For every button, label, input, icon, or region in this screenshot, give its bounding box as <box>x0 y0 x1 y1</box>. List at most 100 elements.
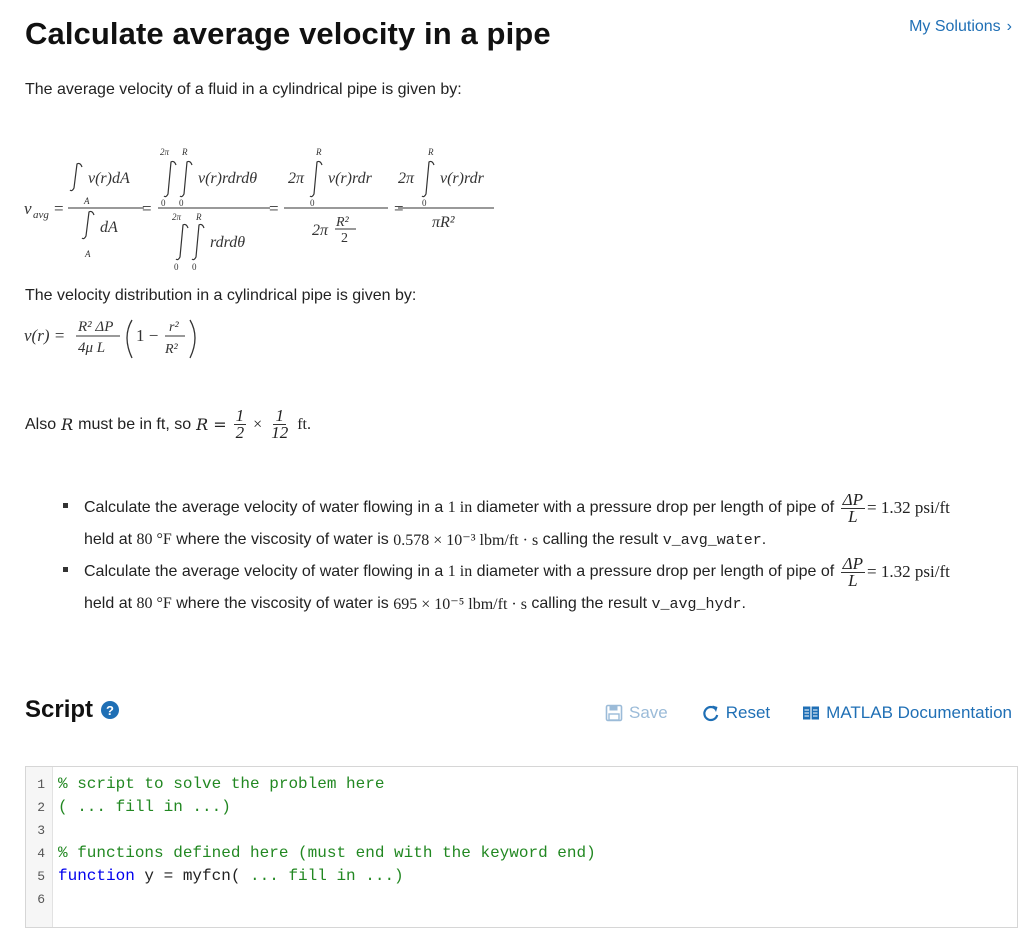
line-number: 4 <box>37 846 45 861</box>
task-2-a: Calculate the average velocity of water … <box>84 563 444 580</box>
eq-equals-3: = <box>269 199 279 218</box>
task-2-frac-den: L <box>848 570 858 590</box>
task-1-e: where the viscosity of water is <box>176 531 389 548</box>
limit-zero-6: 0 <box>422 198 427 208</box>
single-int-num-3: v(r)rdr <box>328 170 373 187</box>
also-mid: must be in ft, so <box>78 415 192 433</box>
code-editor[interactable]: 1 2 3 4 5 6 % script to solve the proble… <box>25 766 1018 928</box>
also-var: R <box>61 415 74 434</box>
help-icon[interactable]: ? <box>101 701 120 719</box>
save-icon <box>605 704 623 722</box>
task-1-grad: = 1.32 psi/ft <box>867 498 950 517</box>
task-1-visc: 0.578 × 10⁻³ lbm/ft · s <box>393 532 539 549</box>
two-pi-den-3: 2π <box>312 222 329 239</box>
limit-R-top: R <box>181 147 188 157</box>
matlab-documentation-label: MATLAB Documentation <box>826 703 1012 722</box>
vel-f2-num: r² <box>169 320 179 335</box>
page-title: Calculate average velocity in a pipe <box>25 16 551 51</box>
bullet-icon <box>63 503 68 508</box>
r2-over-2-num: R² <box>335 215 350 230</box>
code-keyword: function <box>58 867 135 885</box>
task-1-frac: ΔP L <box>840 491 866 526</box>
velocity-intro-text: The velocity distribution in a cylindric… <box>25 287 417 304</box>
limit-2pi-top: 2π <box>160 147 170 157</box>
task-2-grad: = 1.32 psi/ft <box>867 562 950 581</box>
average-velocity-equation: v avg = v(r)dA A dA A = 2π R v(r)rdrdθ 0… <box>24 147 494 272</box>
task-1-var: v_avg_water <box>662 531 762 549</box>
eq-lhs: v <box>24 199 32 218</box>
task-2-g: . <box>741 595 746 612</box>
limit-zero-4: 0 <box>192 262 197 272</box>
task-2-frac-num: ΔP <box>840 553 866 573</box>
task-1-d: 1 in <box>447 499 473 516</box>
vel-f1-den: 4μ L <box>78 340 105 356</box>
eq-equals-2: = <box>142 199 152 218</box>
code-text: y = myfcn( <box>134 867 251 885</box>
region-label-bottom: A <box>84 249 91 259</box>
code-line-5[interactable]: function y = myfcn( ... fill in ...) <box>58 867 404 885</box>
limit-R-bottom: R <box>195 212 202 222</box>
also-frac-2: 1 12 <box>269 407 290 442</box>
also-lhs: R = <box>196 415 227 434</box>
task-2-frac: ΔP L <box>840 553 866 590</box>
task-2-d: 1 in <box>447 563 473 580</box>
save-label: Save <box>629 703 668 722</box>
also-frac-1: 1 2 <box>233 407 247 441</box>
line-number: 6 <box>37 892 45 907</box>
task-1-f: calling the result <box>542 531 659 548</box>
also-unit: ft. <box>297 415 311 433</box>
line-number: 2 <box>37 800 45 815</box>
task-1-g: . <box>761 531 767 548</box>
velocity-distribution-equation: v(r) = R² ΔP 4μ L 1 − r² R² <box>24 319 196 359</box>
eq-equals-1: = <box>54 199 64 218</box>
reset-label: Reset <box>725 703 771 722</box>
reset-icon <box>703 705 719 722</box>
matlab-documentation-link[interactable]: MATLAB Documentation <box>802 703 1012 723</box>
task-list: Calculate the average velocity of water … <box>60 490 1000 618</box>
also-times: × <box>253 415 263 433</box>
task-2-var: v_avg_hydr <box>651 595 742 613</box>
double-int-den: rdrdθ <box>210 234 245 251</box>
line-number: 3 <box>37 823 45 838</box>
task-1-temp: 80 °F <box>136 531 172 548</box>
reset-button[interactable]: Reset <box>702 703 770 723</box>
code-line-2[interactable]: ( ... fill in ...) <box>58 798 231 816</box>
my-solutions-link[interactable]: My Solutions › <box>909 18 1012 36</box>
line-number: 1 <box>37 777 45 792</box>
also-prefix: Also <box>25 415 57 433</box>
eq-lhs-sub: avg <box>33 209 49 221</box>
task-item-2: Calculate the average velocity of water … <box>60 554 1000 618</box>
save-button[interactable]: Save <box>605 703 668 723</box>
int-dA-num: v(r)dA <box>88 170 130 187</box>
script-toolbar: Save Reset MATLAB Documentation <box>605 703 1012 723</box>
two-pi-num-4: 2π <box>398 170 415 187</box>
my-solutions-label: My Solutions <box>909 18 1001 35</box>
chevron-right-icon: › <box>1006 18 1012 35</box>
r2-over-2-den: 2 <box>341 231 348 246</box>
script-heading: Script ? <box>25 696 120 724</box>
line-number: 5 <box>37 869 45 884</box>
limit-zero-3: 0 <box>174 262 179 272</box>
code-line-4[interactable]: % functions defined here (must end with … <box>58 844 596 862</box>
code-line-1[interactable]: % script to solve the problem here <box>58 775 384 793</box>
task-2-f: calling the result <box>531 595 648 612</box>
limit-zero-1: 0 <box>161 198 166 208</box>
final-den: πR² <box>432 214 456 231</box>
also-f2-den: 12 <box>271 423 289 442</box>
vel-f1-num: R² ΔP <box>77 319 113 335</box>
limit-2pi-bottom: 2π <box>172 212 182 222</box>
code-comment: ... fill in ...) <box>250 867 404 885</box>
task-2-c: held at <box>84 595 133 612</box>
vel-inner: 1 − <box>136 326 158 345</box>
intro-text: The average velocity of a fluid in a cyl… <box>25 81 462 98</box>
also-r-line: Also R must be in ft, so R = 1 2 × 1 12 … <box>25 407 311 442</box>
task-1-a: Calculate the average velocity of water … <box>84 499 444 516</box>
task-item-1: Calculate the average velocity of water … <box>60 490 1000 554</box>
vel-f2-den: R² <box>164 342 179 357</box>
limit-R-4: R <box>427 147 434 157</box>
task-1-frac-den: L <box>848 506 858 526</box>
book-icon <box>803 706 820 720</box>
bullet-icon <box>63 567 68 572</box>
script-title: Script <box>25 696 94 723</box>
vel-lhs: v(r) = <box>24 326 65 345</box>
